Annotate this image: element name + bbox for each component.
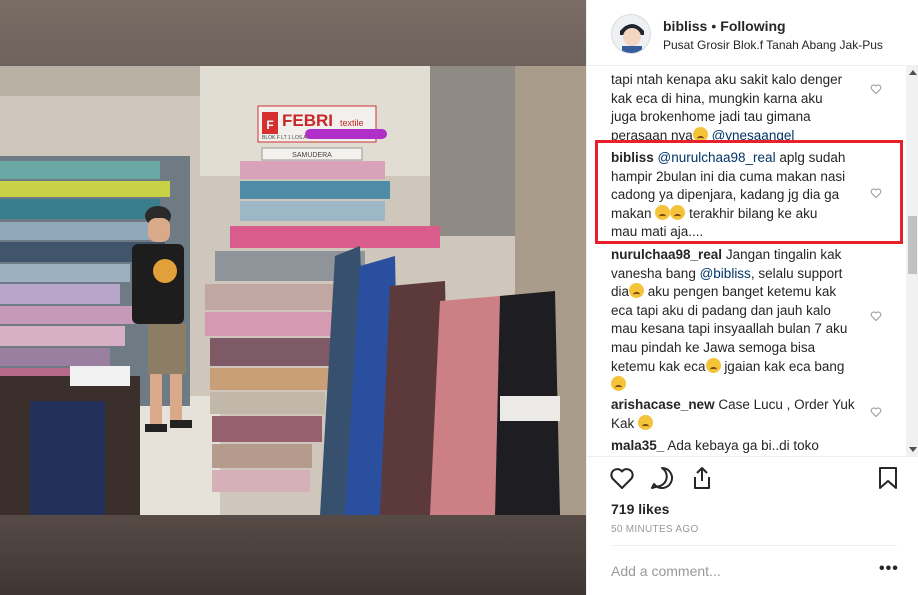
comment-text: vanesha bang [611, 265, 696, 281]
comment-text-line: cadong ya dipenjara, kadang jg dia ga [611, 187, 840, 203]
store-sign-small: BLOK F LT 1 LOS A4 [262, 135, 310, 141]
comment-text: Ada kebaya ga bi..di toko [667, 438, 819, 453]
comment-text-line: mau mati aja.... [611, 224, 704, 240]
comment-username[interactable]: bibliss [611, 150, 654, 165]
username-link[interactable]: bibliss [663, 18, 707, 34]
separator-dot: • [711, 18, 717, 34]
crying-emoji-icon [611, 376, 626, 392]
comment-text-line: mau pindah ke Jawa semoga bisa [611, 339, 816, 355]
comment-item: arishacase_new Case Lucu , Order Yuk Kak [611, 396, 863, 433]
comment-username[interactable]: arishacase_new [611, 397, 715, 412]
scrollbar-thumb[interactable] [908, 216, 917, 274]
avatar[interactable] [611, 14, 651, 54]
store-sign-sub: textile [340, 118, 364, 128]
comment-text: aplg sudah [779, 150, 846, 165]
sad-emoji-icon [655, 204, 671, 220]
mention-link[interactable]: @bibliss [700, 266, 751, 281]
scroll-down-arrow-icon[interactable] [909, 447, 917, 452]
comment-icon[interactable] [649, 465, 675, 491]
comments-scrollbar[interactable] [906, 66, 918, 456]
comment-item: tapi ntah kenapa aku sakit kalo denger k… [611, 71, 863, 145]
crying-emoji-icon [629, 283, 645, 299]
photo-backdrop-top [0, 0, 586, 66]
scroll-up-arrow-icon[interactable] [909, 70, 917, 75]
comment-text-line: juga brokenhome jadi tau gimana [611, 109, 811, 125]
like-heart-icon[interactable] [609, 465, 635, 491]
comment-text: terakhir bilang ke aku [689, 205, 818, 221]
comment-input[interactable] [611, 559, 841, 583]
comment-text: aku pengen banget ketemu kak [647, 284, 837, 300]
comment-text-line: hampir 2bulan ini dia cuma makan nasi [611, 168, 846, 184]
comment-item: mala35_ Ada kebaya ga bi..di toko [611, 437, 863, 456]
comment-username[interactable]: nurulchaa98_real [611, 247, 722, 262]
location-link[interactable]: Pusat Grosir Blok.f Tanah Abang Jak-Pus [663, 38, 883, 52]
comment-text: dia [611, 284, 630, 300]
post-timestamp: 50 MINUTES AGO [611, 524, 699, 535]
share-icon[interactable] [689, 465, 715, 491]
add-comment-bar: ••• [611, 545, 899, 595]
comment-text: Case Lucu , Order Yuk [718, 397, 855, 412]
comments-list: tapi ntah kenapa aku sakit kalo denger k… [587, 66, 907, 456]
comment-item: nurulchaa98_real Jangan tingalin kak van… [611, 246, 863, 395]
comment-username[interactable]: mala35_ [611, 438, 664, 453]
heart-icon[interactable] [870, 187, 882, 199]
likes-count[interactable]: 719 likes [611, 501, 669, 517]
kiss-emoji-icon [638, 414, 654, 430]
heart-icon[interactable] [870, 83, 882, 95]
store-sign-text: FEBRI [282, 111, 333, 130]
fabric-store-illustration: F FEBRI textile BLOK F LT 1 LOS A4 SAMUD… [0, 66, 586, 515]
post-photo: F FEBRI textile BLOK F LT 1 LOS A4 SAMUD… [0, 66, 586, 515]
comment-text-line: mau kesana tapi insyaallah bulan 7 aku [611, 321, 848, 337]
heart-icon[interactable] [870, 310, 882, 322]
comment-item: bibliss @nurulchaa98_real aplg sudah ham… [611, 149, 863, 242]
more-options-icon[interactable]: ••• [879, 560, 899, 578]
comment-text-line: kak eca di hina, mungkin karna aku [611, 90, 823, 106]
bookmark-icon[interactable] [875, 465, 901, 491]
mention-link[interactable]: @nurulchaa98_real [658, 150, 776, 165]
post-sidebar: bibliss • Following Pusat Grosir Blok.f Ta… [586, 0, 918, 595]
comment-text: Kak [611, 415, 635, 431]
post-actions: 719 likes 50 MINUTES AGO ••• [587, 456, 918, 595]
sad-emoji-icon [670, 204, 686, 220]
comment-text: Jangan tingalin kak [725, 247, 842, 262]
avatar-image [612, 15, 650, 53]
store-sign2-text: SAMUDERA [292, 152, 332, 159]
photo-backdrop-bottom [0, 515, 586, 595]
comment-text-line: tapi ntah kenapa aku sakit kalo denger [611, 72, 843, 87]
following-button[interactable]: Following [720, 18, 785, 34]
crying-emoji-icon [705, 357, 721, 373]
post-header: bibliss • Following Pusat Grosir Blok.f Ta… [587, 0, 918, 66]
username-line: bibliss • Following [663, 18, 786, 34]
comment-text-line: eca tapi aku di padang dan jauh kalo [611, 302, 831, 318]
comment-text: , selalu support [750, 265, 843, 281]
heart-icon[interactable] [870, 406, 882, 418]
photo-panel: F FEBRI textile BLOK F LT 1 LOS A4 SAMUD… [0, 0, 586, 595]
svg-text:F: F [266, 118, 273, 132]
comment-text: ketemu kak eca [611, 358, 706, 374]
comment-text: jgaian kak eca bang [724, 358, 845, 374]
comment-text: makan [611, 205, 652, 221]
